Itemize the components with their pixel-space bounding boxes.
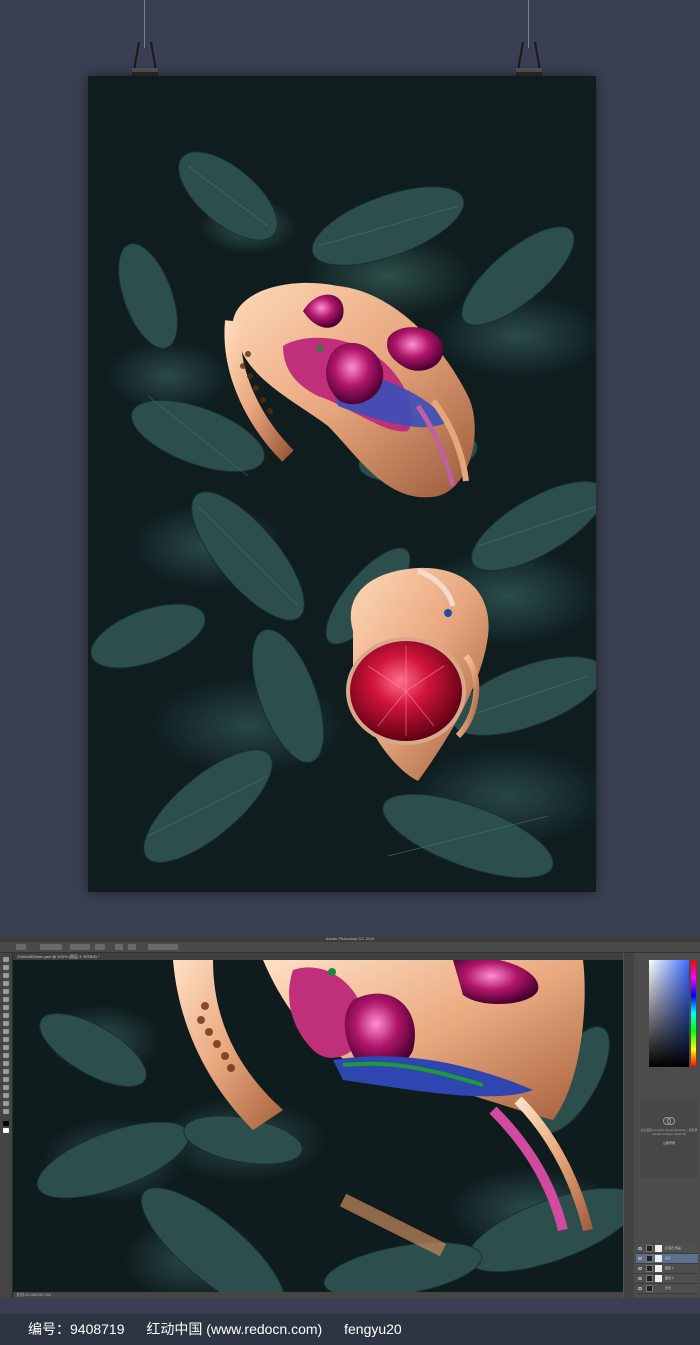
creative-cloud-icon [663, 1117, 675, 1125]
layer-name: 图层 2 [665, 1276, 674, 1280]
libraries-panel [640, 1100, 698, 1178]
layer-mask-thumbnail [655, 1255, 662, 1262]
hue-slider[interactable] [691, 960, 696, 1067]
layer-row[interactable]: 背景 [636, 1284, 698, 1294]
layer-name: 背景 [665, 1286, 672, 1290]
panel-icon-strip[interactable] [624, 953, 634, 1298]
status-bar: 文档:40.0M/467.2M [13, 1292, 623, 1298]
tools-panel [0, 953, 13, 1298]
path-select-tool-icon[interactable] [3, 1085, 9, 1090]
watermark-footer: 编号：9408719 红动中国 (www.redocn.com) fengyu2… [0, 1314, 700, 1345]
eraser-tool-icon[interactable] [3, 1037, 9, 1042]
color-picker-field[interactable] [649, 960, 689, 1067]
options-bar [0, 942, 700, 953]
layer-thumbnail [646, 1285, 653, 1292]
healing-tool-icon[interactable] [3, 1005, 9, 1010]
layer-row[interactable]: 图层 1 [636, 1264, 698, 1274]
foreground-color-swatch[interactable] [3, 1121, 9, 1126]
stamp-tool-icon[interactable] [3, 1021, 9, 1026]
pen-tool-icon[interactable] [3, 1069, 9, 1074]
footer-text: 编号：9408719 红动中国 (www.redocn.com) fengyu2… [28, 1314, 420, 1345]
layer-name: 钻石 [665, 1256, 672, 1260]
poster-artwork [90, 151, 596, 879]
author-name: fengyu20 [344, 1321, 402, 1337]
bracelet-jewelry [224, 282, 475, 498]
dodge-tool-icon[interactable] [3, 1061, 9, 1066]
zoom-tool-icon[interactable] [3, 1109, 9, 1114]
shape-tool-icon[interactable] [3, 1093, 9, 1098]
option-field[interactable] [148, 944, 178, 950]
layer-row[interactable]: 钻石 [636, 1254, 698, 1264]
image-id: 编号：9408719 [28, 1321, 125, 1337]
option-button[interactable] [115, 944, 123, 950]
option-button[interactable] [128, 944, 136, 950]
layer-name: 图层 1 [665, 1266, 674, 1270]
document-tab[interactable]: 2040x3853mm.psd @ 100% (图层 3, RGB/8) * [13, 953, 623, 960]
layer-mask-thumbnail [655, 1265, 662, 1272]
layer-thumbnail [646, 1265, 653, 1272]
blur-tool-icon[interactable] [3, 1053, 9, 1058]
visibility-eye-icon[interactable] [638, 1287, 642, 1290]
pendant-jewelry [346, 567, 489, 781]
layer-thumbnail [646, 1255, 653, 1262]
layer-thumbnail [646, 1275, 653, 1282]
lasso-tool-icon[interactable] [3, 973, 9, 978]
type-tool-icon[interactable] [3, 1077, 9, 1082]
option-field[interactable] [95, 944, 105, 950]
visibility-eye-icon[interactable] [638, 1267, 642, 1270]
layer-name: 红宝石 饰品 [665, 1246, 681, 1250]
login-button[interactable]: 立即登录 [640, 1141, 698, 1145]
layer-row[interactable]: 红宝石 饰品 [636, 1244, 698, 1254]
quick-select-tool-icon[interactable] [3, 981, 9, 986]
layer-row[interactable]: 图层 2 [636, 1274, 698, 1284]
gradient-tool-icon[interactable] [3, 1045, 9, 1050]
canvas-artwork [36, 960, 623, 1292]
visibility-eye-icon[interactable] [638, 1277, 642, 1280]
move-tool-icon[interactable] [3, 957, 9, 962]
marquee-tool-icon[interactable] [3, 965, 9, 970]
crop-tool-icon[interactable] [3, 989, 9, 994]
brush-tool-icon[interactable] [3, 1013, 9, 1018]
tool-preset-picker[interactable] [16, 944, 26, 950]
layer-mask-thumbnail [655, 1275, 662, 1282]
site-name: 红动中国 (www.redocn.com) [146, 1321, 323, 1337]
background-color-swatch[interactable] [3, 1128, 9, 1133]
layer-thumbnail [646, 1245, 653, 1252]
document-canvas[interactable] [13, 960, 623, 1292]
visibility-eye-icon[interactable] [638, 1247, 642, 1250]
eyedropper-tool-icon[interactable] [3, 997, 9, 1002]
photoshop-window: Adobe Photoshop CC 2015 2040x3853mm.psd … [0, 936, 700, 1298]
history-brush-tool-icon[interactable] [3, 1029, 9, 1034]
visibility-eye-icon[interactable] [638, 1257, 642, 1260]
option-field[interactable] [70, 944, 90, 950]
layer-mask-thumbnail [655, 1245, 662, 1252]
libraries-message: 这在使用 Creative Cloud Libraries，请登录 Adobe … [640, 1128, 698, 1136]
option-field[interactable] [40, 944, 62, 950]
hand-tool-icon[interactable] [3, 1101, 9, 1106]
jewelry-poster [88, 76, 596, 892]
